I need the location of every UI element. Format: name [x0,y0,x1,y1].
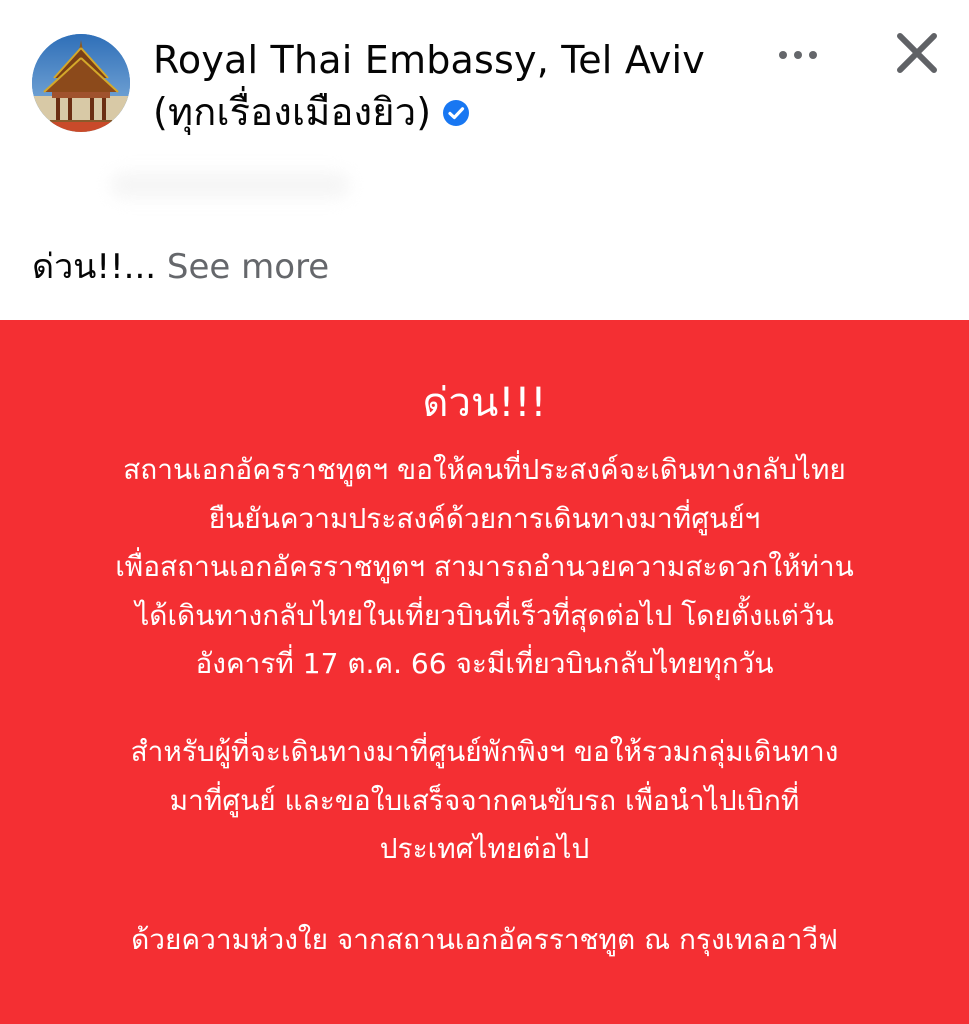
page-avatar[interactable] [32,34,130,132]
notice-line: สถานเอกอัครราชทูตฯ ขอให้คนที่ประสงค์จะเด… [123,453,846,486]
page-name-line1[interactable]: Royal Thai Embassy, Tel Aviv [153,34,743,86]
notice-line: ยืนยันความประสงค์ด้วยการเดินทางมาที่ศูนย… [208,501,761,535]
more-dots-icon [779,51,817,59]
verified-badge-icon [443,100,470,126]
post-text: ด่วน!!... See more [32,243,329,291]
notice-signature-line: ด้วยความห่วงใย จากสถานเอกอัครราชทูต ณ กร… [131,923,838,956]
notice-line: มาที่ศูนย์ และขอใบเสร็จจากคนขับรถ เพื่อน… [169,783,800,817]
notice-line: ได้เดินทางกลับไทยในเที่ยวบินที่เร็วที่สุ… [135,598,834,632]
notice-image[interactable]: ด่วน!!! สถานเอกอัครราชทูตฯ ขอให้คนที่ประ… [0,320,969,1024]
facebook-post: Royal Thai Embassy, Tel Aviv (ทุกเรื่องเ… [0,0,969,1024]
see-more-link[interactable]: See more [167,247,329,287]
notice-signature: ด้วยความห่วงใย จากสถานเอกอัครราชทูต ณ กร… [0,916,969,965]
notice-paragraph-1: สถานเอกอัครราชทูตฯ ขอให้คนที่ประสงค์จะเด… [0,446,969,689]
close-icon [897,33,937,73]
blurred-post-metadata [110,172,350,198]
page-name[interactable]: Royal Thai Embassy, Tel Aviv (ทุกเรื่องเ… [153,34,743,138]
notice-paragraph-2: สำหรับผู้ที่จะเดินทางมาที่ศูนย์พักพิงฯ ข… [0,728,969,874]
notice-line: เพื่อสถานเอกอัครราชทูตฯ สามารถอำนวยความส… [115,550,854,583]
notice-line: อังคารที่ 17 ต.ค. 66 จะมีเที่ยวบินกลับไท… [195,647,774,680]
page-name-line2[interactable]: (ทุกเรื่องเมืองยิว) [153,90,431,134]
post-text-content: ด่วน!!... [32,247,157,287]
page-name-line2-wrap[interactable]: (ทุกเรื่องเมืองยิว) [153,86,743,138]
close-button[interactable] [888,28,946,80]
notice-line: สำหรับผู้ที่จะเดินทางมาที่ศูนย์พักพิงฯ ข… [130,735,839,768]
notice-line: ประเทศไทยต่อไป [379,832,590,865]
more-options-button[interactable] [770,40,826,70]
notice-heading: ด่วน!!! [422,380,547,426]
thai-pavilion-image [32,34,130,132]
